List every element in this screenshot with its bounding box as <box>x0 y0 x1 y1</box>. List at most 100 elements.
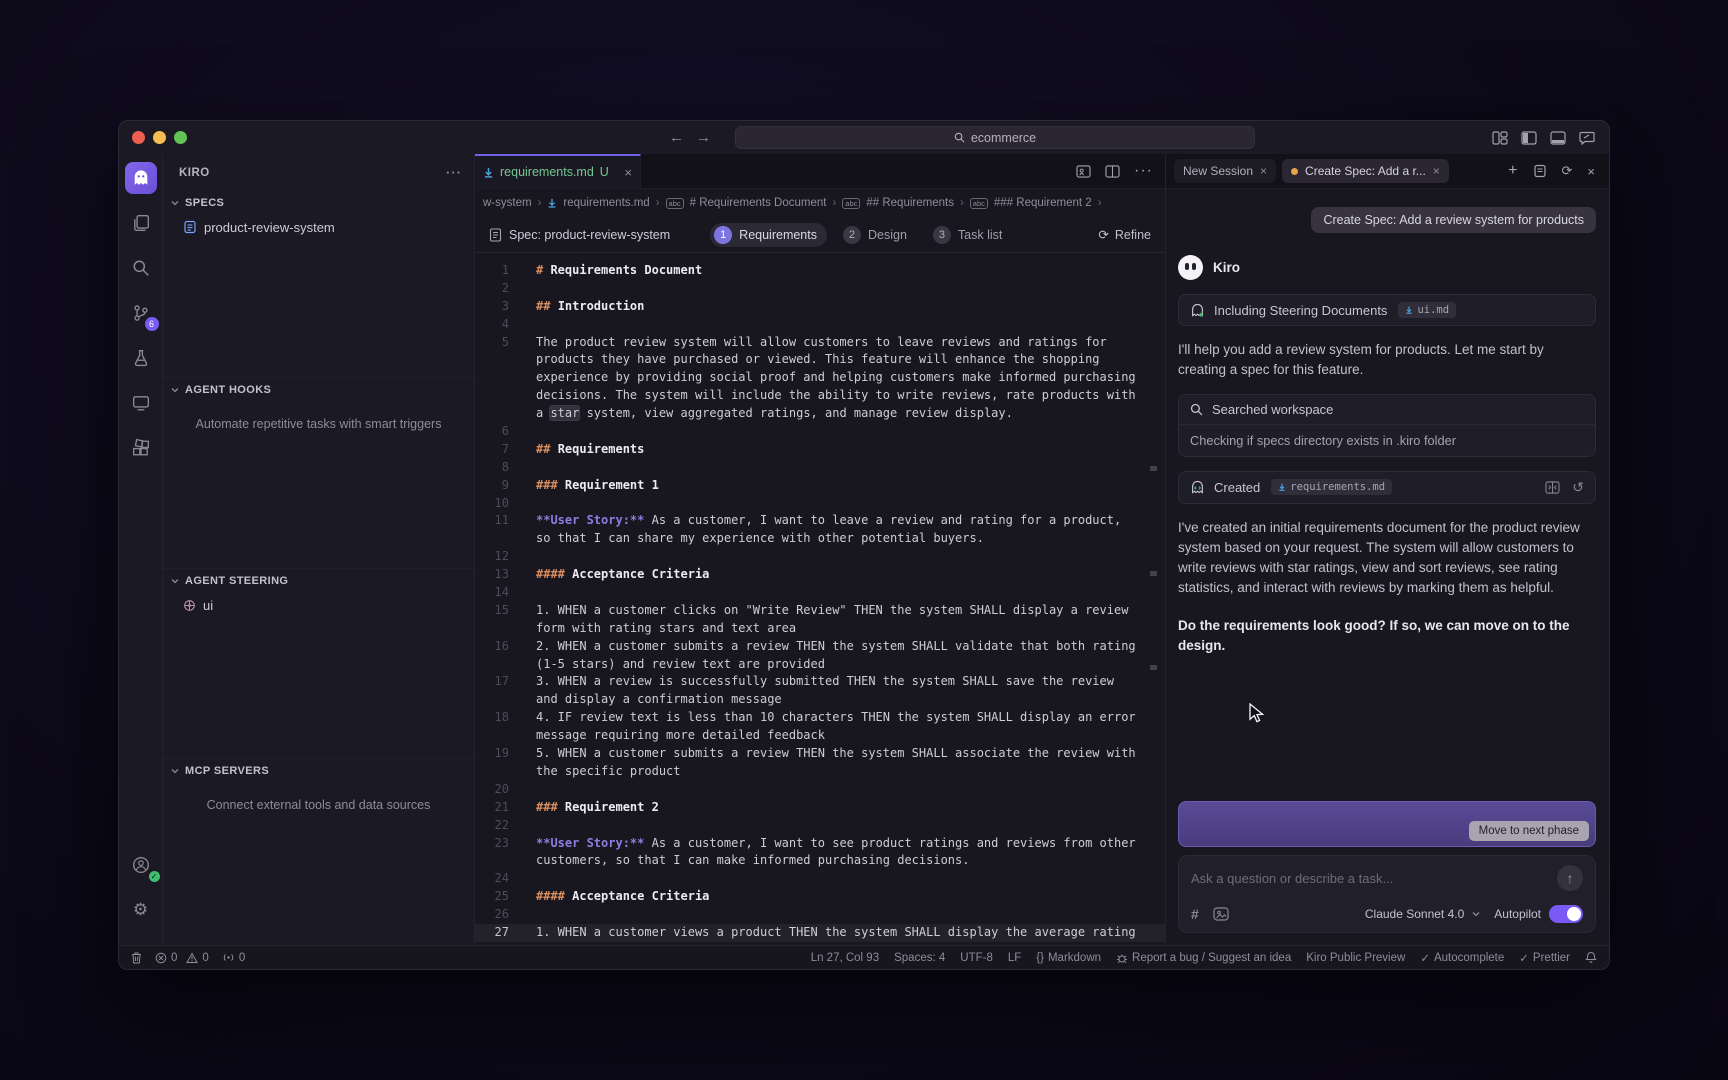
extensions-icon[interactable] <box>125 432 157 464</box>
autopilot-toggle[interactable] <box>1549 905 1583 923</box>
breadcrumb-root[interactable]: w-system <box>483 197 532 209</box>
tab-requirements-md[interactable]: requirements.md U × <box>475 154 641 188</box>
tab-new-session[interactable]: New Session × <box>1174 159 1276 183</box>
remote-targets-icon[interactable] <box>125 387 157 419</box>
steering-file-badge[interactable]: ui.md <box>1398 302 1456 318</box>
code-line[interactable]: 9### Requirement 1 <box>475 477 1165 495</box>
explorer-icon[interactable] <box>125 207 157 239</box>
code-line[interactable]: 162. WHEN a customer submits a review TH… <box>475 638 1165 656</box>
code-line[interactable]: customers, so that I can make informed p… <box>475 852 1165 870</box>
code-line[interactable]: form with rating stars and text area <box>475 620 1165 638</box>
mcp-servers-section-header[interactable]: MCP SERVERS <box>163 759 474 783</box>
code-line[interactable]: experience by providing social proof and… <box>475 369 1165 387</box>
code-line[interactable]: the specific product <box>475 763 1165 781</box>
more-actions-icon[interactable]: ··· <box>1134 162 1153 180</box>
code-line[interactable]: 4 <box>475 316 1165 334</box>
open-diff-icon[interactable] <box>1545 481 1560 494</box>
code-line[interactable]: 6 <box>475 423 1165 441</box>
breadcrumb-symbol[interactable]: ## Requirements <box>866 197 954 209</box>
task-list-icon[interactable] <box>1533 164 1547 178</box>
close-panel-icon[interactable]: × <box>1587 164 1595 179</box>
close-tab-icon[interactable]: × <box>1260 164 1267 178</box>
ports-indicator[interactable]: 0 <box>222 952 245 964</box>
report-bug-link[interactable]: Report a bug / Suggest an idea <box>1116 952 1291 964</box>
account-icon[interactable]: ✓ <box>125 849 157 881</box>
code-line[interactable]: 24 <box>475 870 1165 888</box>
code-line[interactable]: 5The product review system will allow cu… <box>475 334 1165 352</box>
chevron-down-icon[interactable] <box>1472 911 1480 917</box>
code-line[interactable]: decisions. The system will include the a… <box>475 387 1165 405</box>
prettier-status[interactable]: ✓ Prettier <box>1519 951 1570 965</box>
language-mode[interactable]: {} Markdown <box>1036 952 1101 964</box>
autocomplete-status[interactable]: ✓ Autocomplete <box>1420 951 1504 965</box>
code-line[interactable]: 21### Requirement 2 <box>475 799 1165 817</box>
code-line[interactable]: 151. WHEN a customer clicks on "Write Re… <box>475 602 1165 620</box>
step-requirements[interactable]: 1 Requirements <box>710 223 827 247</box>
code-line[interactable]: 26 <box>475 906 1165 924</box>
indentation[interactable]: Spaces: 4 <box>894 952 945 964</box>
undo-icon[interactable]: ↺ <box>1572 479 1584 496</box>
zoom-window-button[interactable] <box>174 131 187 144</box>
code-line[interactable]: 14 <box>475 584 1165 602</box>
code-line[interactable]: 12 <box>475 548 1165 566</box>
code-line[interactable]: 3## Introduction <box>475 298 1165 316</box>
kiro-ghost-icon[interactable] <box>125 162 157 194</box>
cursor-position[interactable]: Ln 27, Col 93 <box>811 952 879 964</box>
split-editor-icon[interactable] <box>1105 165 1120 178</box>
layout-grid-icon[interactable] <box>1492 131 1508 145</box>
feedback-icon[interactable] <box>1579 131 1595 145</box>
close-tab-icon[interactable]: × <box>1433 164 1440 178</box>
history-forward-button[interactable]: → <box>696 129 711 146</box>
code-line[interactable]: 173. WHEN a review is successfully submi… <box>475 673 1165 691</box>
history-icon[interactable]: ⟳ <box>1562 163 1573 179</box>
problems-indicator[interactable]: 0 0 <box>155 952 209 964</box>
minimize-window-button[interactable] <box>153 131 166 144</box>
code-line[interactable]: 22 <box>475 817 1165 835</box>
refine-button[interactable]: ⟳ Refine <box>1098 227 1151 242</box>
panel-bottom-icon[interactable] <box>1550 131 1566 145</box>
sidebar-item-product-review-system[interactable]: product-review-system <box>163 215 474 239</box>
step-task-list[interactable]: 3 Task list <box>929 223 1012 247</box>
source-control-icon[interactable]: 0 6 <box>125 297 157 329</box>
breadcrumb-symbol[interactable]: ### Requirement 2 <box>994 197 1092 209</box>
eol-sequence[interactable]: LF <box>1008 952 1021 964</box>
code-line[interactable]: 1# Requirements Document <box>475 262 1165 280</box>
settings-gear-icon[interactable]: ⚙ <box>125 894 157 926</box>
breadcrumb-file[interactable]: requirements.md <box>563 197 649 209</box>
code-line[interactable]: products they have purchased or viewed. … <box>475 351 1165 369</box>
tab-create-spec[interactable]: Create Spec: Add a r... × <box>1282 159 1449 183</box>
code-line[interactable]: (1-5 stars) and review text are provided <box>475 656 1165 674</box>
code-line[interactable]: 25#### Acceptance Criteria <box>475 888 1165 906</box>
chat-input[interactable] <box>1191 871 1557 886</box>
code-line[interactable]: message requiring more detailed feedback <box>475 727 1165 745</box>
attach-image-icon[interactable] <box>1213 907 1229 921</box>
model-selector[interactable]: Claude Sonnet 4.0 <box>1365 907 1464 921</box>
code-line[interactable]: 184. IF review text is less than 10 char… <box>475 709 1165 727</box>
open-changes-icon[interactable] <box>1076 165 1091 178</box>
specs-section-header[interactable]: SPECS <box>163 191 474 215</box>
created-file-badge[interactable]: requirements.md <box>1271 479 1392 495</box>
trash-icon[interactable] <box>131 952 142 964</box>
context-hash-icon[interactable]: # <box>1191 906 1199 922</box>
code-line[interactable]: 11**User Story:** As a customer, I want … <box>475 512 1165 530</box>
code-line[interactable]: a star system, view aggregated ratings, … <box>475 405 1165 423</box>
code-line[interactable]: 2 <box>475 280 1165 298</box>
created-file-card[interactable]: Created requirements.md ↺ <box>1178 471 1596 504</box>
code-editor[interactable]: 1# Requirements Document23## Introductio… <box>475 253 1165 945</box>
code-line[interactable]: 13#### Acceptance Criteria <box>475 566 1165 584</box>
notifications-bell-icon[interactable] <box>1585 951 1597 964</box>
code-line[interactable]: so that I can share my experience with o… <box>475 530 1165 548</box>
code-line[interactable]: 271. WHEN a customer views a product THE… <box>475 924 1165 942</box>
code-line[interactable]: 195. WHEN a customer submits a review TH… <box>475 745 1165 763</box>
move-to-next-phase-button[interactable]: Move to next phase <box>1469 821 1589 841</box>
breadcrumb[interactable]: w-system › requirements.md › abc # Requi… <box>475 189 1165 217</box>
close-window-button[interactable] <box>132 131 145 144</box>
code-line[interactable]: 7## Requirements <box>475 441 1165 459</box>
step-design[interactable]: 2 Design <box>839 223 917 247</box>
send-button[interactable]: ↑ <box>1557 865 1583 891</box>
panel-left-icon[interactable] <box>1521 131 1537 145</box>
agent-hooks-section-header[interactable]: AGENT HOOKS <box>163 378 474 402</box>
more-actions-icon[interactable]: ··· <box>446 165 462 180</box>
close-tab-icon[interactable]: × <box>624 165 632 180</box>
code-line[interactable]: 20 <box>475 781 1165 799</box>
